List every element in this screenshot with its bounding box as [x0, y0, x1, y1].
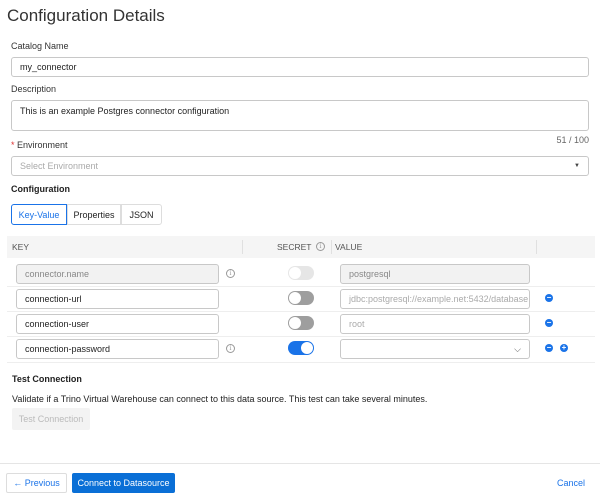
remove-row-icon[interactable]: − [545, 319, 553, 327]
row-divider [7, 311, 595, 312]
row-divider [7, 336, 595, 337]
tab-properties[interactable]: Properties [67, 204, 121, 225]
footer-divider [0, 463, 600, 464]
column-divider [536, 240, 537, 254]
catalog-name-input[interactable]: my_connector [11, 57, 589, 77]
remove-row-icon[interactable]: − [545, 294, 553, 302]
cancel-link[interactable]: Cancel [557, 478, 585, 488]
test-connection-heading: Test Connection [12, 374, 82, 384]
info-icon[interactable]: i [226, 344, 235, 353]
configuration-heading: Configuration [11, 184, 70, 194]
info-icon[interactable]: i [316, 242, 325, 251]
test-connection-description: Validate if a Trino Virtual Warehouse ca… [12, 394, 428, 404]
value-column-header: VALUE [335, 242, 363, 252]
environment-label: * Environment [11, 140, 68, 150]
row-divider [7, 362, 595, 363]
tab-json[interactable]: JSON [121, 204, 162, 225]
description-textarea[interactable]: This is an example Postgres connector co… [11, 100, 589, 131]
previous-button[interactable]: ← Previous [6, 473, 67, 493]
caret-down-icon: ▼ [574, 163, 580, 169]
remove-row-icon[interactable]: − [545, 344, 553, 352]
key-input[interactable]: connection-url [16, 289, 219, 309]
value-input[interactable]: root [340, 314, 530, 334]
column-divider [242, 240, 243, 254]
required-mark: * [11, 140, 15, 150]
secret-toggle[interactable] [288, 291, 314, 305]
key-input: connector.name [16, 264, 219, 284]
description-label: Description [11, 84, 57, 94]
connect-to-datasource-button[interactable]: Connect to Datasource [72, 473, 175, 493]
value-input[interactable]: jdbc:postgresql://example.net:5432/datab… [340, 289, 530, 309]
tab-key-value[interactable]: Key-Value [11, 204, 67, 225]
environment-placeholder: Select Environment [20, 161, 99, 171]
secret-toggle[interactable] [288, 316, 314, 330]
test-connection-button[interactable]: Test Connection [12, 408, 90, 430]
key-column-header: KEY [12, 242, 30, 252]
row-divider [7, 286, 595, 287]
add-row-icon[interactable]: + [560, 344, 568, 352]
value-input: postgresql [340, 264, 530, 284]
key-input[interactable]: connection-password [16, 339, 219, 359]
environment-label-text: Environment [17, 140, 68, 150]
info-icon[interactable]: i [226, 269, 235, 278]
value-secret-select[interactable]: ⌵ [340, 339, 530, 359]
environment-select[interactable]: Select Environment ▼ [11, 156, 589, 176]
secret-toggle[interactable] [288, 341, 314, 355]
secret-toggle [288, 266, 314, 280]
page-title: Configuration Details [7, 6, 165, 25]
key-input[interactable]: connection-user [16, 314, 219, 334]
column-divider [331, 240, 332, 254]
description-char-counter: 51 / 100 [556, 135, 589, 145]
catalog-name-label: Catalog Name [11, 41, 69, 51]
chevron-down-icon: ⌵ [514, 343, 521, 354]
secret-column-header: SECRET [277, 242, 312, 252]
